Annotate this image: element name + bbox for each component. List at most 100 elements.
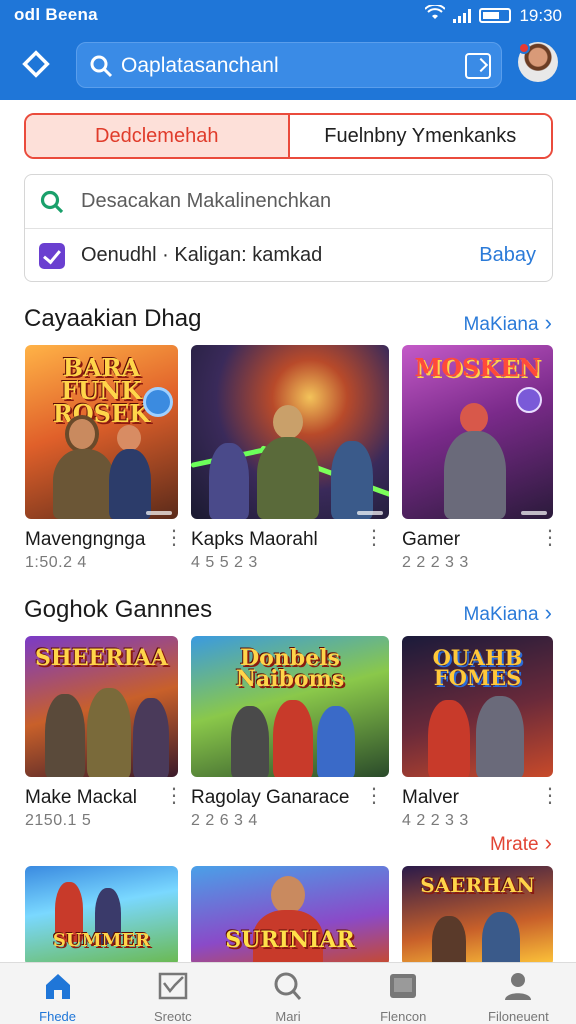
game-name[interactable]: Ragolay Ganarace: [191, 787, 349, 809]
game-meta: 2 2 2 3 3: [402, 554, 469, 571]
more-vert-icon[interactable]: ⋮: [540, 786, 560, 806]
game-tile[interactable]: SAERHAN: [402, 866, 553, 966]
game-tile[interactable]: MOSKEN: [402, 345, 553, 519]
character-figure: [460, 403, 488, 433]
character-figure: [273, 405, 303, 439]
character-figure: [271, 876, 305, 914]
game-meta: 2 2 6 3 4: [191, 812, 258, 829]
diamond-logo-icon: [22, 50, 50, 78]
character-figure: [331, 441, 373, 519]
see-more-link[interactable]: MaKiana: [464, 310, 552, 336]
search-icon: [272, 971, 304, 1001]
game-tile[interactable]: BARA FUNK ROSEK: [25, 345, 178, 519]
game-name[interactable]: Make Mackal: [25, 787, 137, 809]
segmented-tabs: Dedclemehah Fuelnbny Ymenkanks: [24, 113, 553, 159]
game-name[interactable]: Mavengngnga: [25, 529, 145, 551]
clock: 19:30: [519, 5, 562, 25]
more-vert-icon[interactable]: ⋮: [164, 528, 184, 548]
tab-primary[interactable]: Dedclemehah: [26, 115, 288, 157]
section-title: Goghok Gannnes: [24, 596, 213, 623]
character-figure: [428, 700, 470, 777]
game-art-title: SUMMER: [52, 930, 151, 951]
game-meta: 1:50.2 4: [25, 554, 87, 571]
game-name[interactable]: Gamer: [402, 529, 460, 551]
quick-actions-card: Desacakan Makalinenchkan Oenudhl · Kalig…: [24, 174, 553, 282]
open-external-icon[interactable]: [465, 53, 491, 79]
nav-item-search[interactable]: Mari: [230, 963, 345, 1024]
character-figure: [65, 415, 99, 453]
nav-label: Filoneuent: [488, 1009, 549, 1024]
search-bar[interactable]: Oaplatasanchanl: [76, 42, 502, 88]
character-figure: [231, 706, 269, 777]
search-icon: [39, 189, 65, 215]
character-figure: [273, 700, 313, 777]
section-title: Cayaakian Dhag: [24, 305, 202, 332]
category-link[interactable]: Babay: [479, 244, 536, 267]
search-icon: [89, 54, 113, 83]
game-meta: 2150.1 5: [25, 812, 92, 829]
search-suggestion-row[interactable]: Desacakan Makalinenchkan: [25, 175, 552, 229]
nav-item-profile[interactable]: Filoneuent: [461, 963, 576, 1024]
character-figure: [53, 449, 115, 519]
character-figure: [444, 431, 506, 519]
nav-item-home[interactable]: Fhede: [0, 963, 115, 1024]
see-more-link[interactable]: MaKiana: [464, 600, 552, 626]
game-art-title: SURINIAR: [225, 927, 355, 953]
library-icon: [387, 971, 419, 1001]
more-vert-icon[interactable]: ⋮: [540, 528, 560, 548]
watermark: [357, 511, 383, 515]
chart-icon: [157, 971, 189, 1001]
more-link[interactable]: Mrate: [490, 830, 552, 856]
more-vert-icon[interactable]: ⋮: [364, 786, 384, 806]
character-figure: [117, 425, 141, 451]
character-figure: [109, 449, 151, 519]
game-art-title: SAERHAN: [420, 873, 535, 897]
search-input[interactable]: Oaplatasanchanl: [121, 54, 279, 78]
more-vert-icon[interactable]: ⋮: [164, 786, 184, 806]
battery-icon: [479, 8, 512, 23]
nav-label: Mari: [275, 1009, 301, 1024]
game-tile[interactable]: SUMMER: [25, 866, 178, 966]
avatar[interactable]: [518, 42, 558, 82]
profile-icon: [502, 971, 534, 1001]
wifi-icon: [424, 3, 447, 26]
nav-label: Sreotc: [154, 1009, 192, 1024]
watermark: [146, 511, 172, 515]
home-logo-button[interactable]: [18, 46, 54, 82]
top-app-bar: odl Beena 19:30 Oaplatasanchanl: [0, 0, 576, 100]
notification-dot: [518, 42, 530, 54]
home-icon: [42, 971, 74, 1001]
checkbox-icon: [39, 243, 65, 269]
more-vert-icon[interactable]: ⋮: [364, 528, 384, 548]
tab-secondary[interactable]: Fuelnbny Ymenkanks: [287, 115, 551, 157]
watermark: [521, 511, 547, 515]
category-text: Oenudhl · Kaligan: kamkad: [81, 244, 323, 266]
nav-item-stats[interactable]: Sreotc: [115, 963, 230, 1024]
game-tile[interactable]: SHEERIAA: [25, 636, 178, 777]
game-meta: 4 2 2 3 3: [402, 812, 469, 829]
nav-item-library[interactable]: Flencon: [346, 963, 461, 1024]
character-figure: [133, 698, 169, 777]
nav-label: Fhede: [39, 1009, 77, 1024]
game-tile[interactable]: SURINIAR: [191, 866, 389, 966]
game-tile[interactable]: [191, 345, 389, 519]
character-figure: [482, 912, 520, 966]
status-icons: 19:30: [424, 3, 562, 26]
suggestion-text: Desacakan Makalinenchkan: [81, 190, 332, 212]
character-figure: [476, 696, 524, 777]
character-figure: [432, 916, 466, 966]
badge-icon: [143, 387, 173, 417]
game-tile[interactable]: Donbels Naiboms: [191, 636, 389, 777]
game-art-title: MOSKEN: [414, 353, 541, 382]
game-name[interactable]: Malver: [402, 787, 459, 809]
game-art-title: Donbels Naiboms: [235, 645, 345, 692]
status-bar: odl Beena 19:30: [0, 0, 576, 30]
game-name[interactable]: Kapks Maorahl: [191, 529, 318, 551]
character-figure: [209, 443, 249, 519]
checked-category-row[interactable]: Oenudhl · Kaligan: kamkad Babay: [25, 229, 552, 283]
character-figure: [257, 437, 319, 519]
nav-label: Flencon: [380, 1009, 427, 1024]
game-tile[interactable]: OUAHB FOMES: [402, 636, 553, 777]
game-art-title: OUAHB FOMES: [432, 645, 523, 690]
carrier-label: odl Beena: [14, 5, 98, 24]
